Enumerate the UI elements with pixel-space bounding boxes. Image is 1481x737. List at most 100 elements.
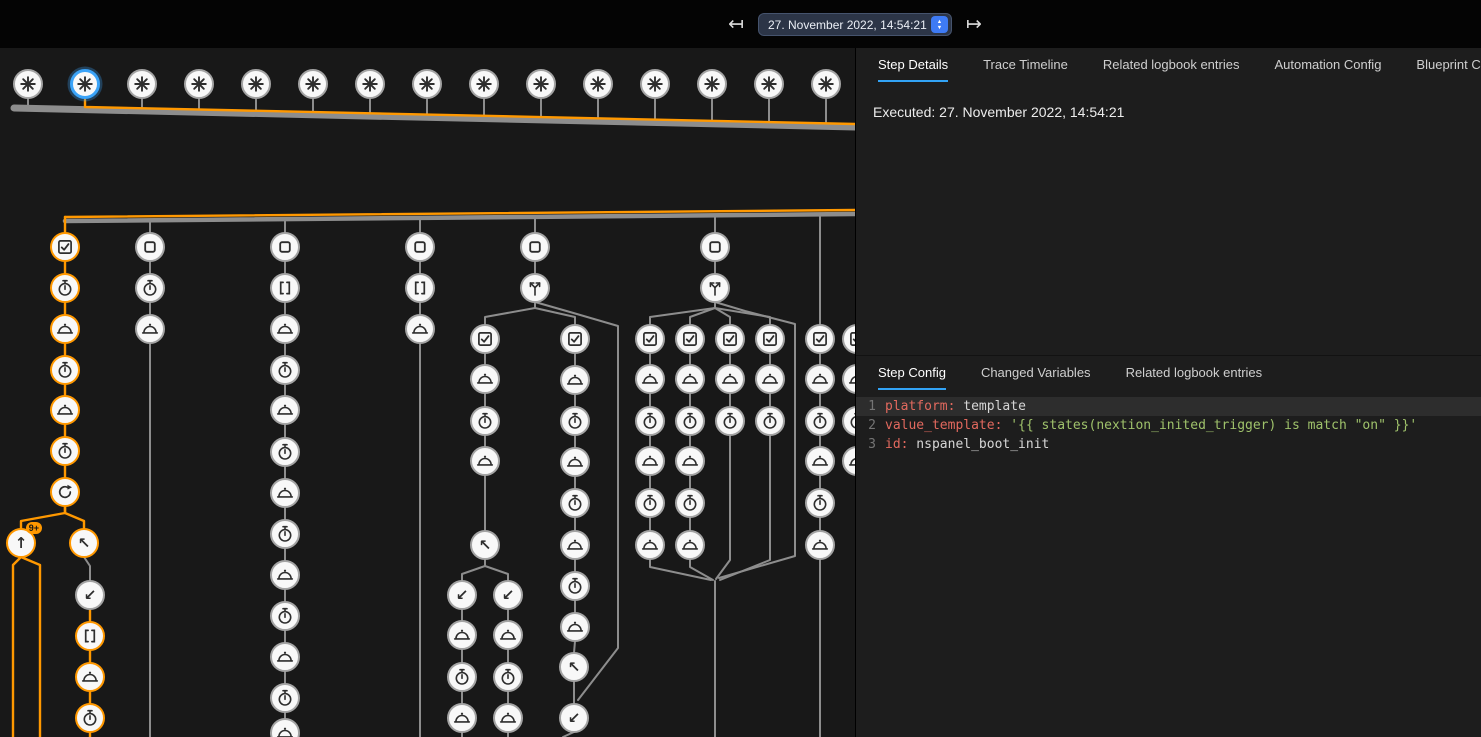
trace-node-timer[interactable] bbox=[50, 436, 80, 466]
trace-node-service[interactable] bbox=[493, 703, 523, 733]
trace-node-timer[interactable] bbox=[560, 571, 590, 601]
trace-node-checkbox[interactable] bbox=[560, 324, 590, 354]
trace-node-checkbox[interactable] bbox=[715, 324, 745, 354]
trace-node-arrow-down-left[interactable]: ↙ bbox=[559, 703, 589, 733]
next-run-arrow-icon[interactable]: ↦ bbox=[960, 10, 988, 38]
trace-node-service[interactable] bbox=[493, 620, 523, 650]
trace-node-service[interactable] bbox=[560, 447, 590, 477]
tab-config-related-logbook-entries[interactable]: Related logbook entries bbox=[1126, 365, 1263, 390]
trace-node-timer[interactable] bbox=[675, 406, 705, 436]
trace-node-service[interactable] bbox=[270, 314, 300, 344]
trace-node-service[interactable] bbox=[447, 703, 477, 733]
trace-node-repeat[interactable] bbox=[50, 477, 80, 507]
trace-node-service[interactable] bbox=[805, 446, 835, 476]
trace-node-timer[interactable] bbox=[270, 519, 300, 549]
trace-node-checkbox[interactable] bbox=[470, 324, 500, 354]
trace-node-service[interactable] bbox=[270, 395, 300, 425]
trigger-node[interactable] bbox=[184, 69, 214, 99]
trace-node-timer[interactable] bbox=[270, 355, 300, 385]
trace-node-timer[interactable] bbox=[805, 406, 835, 436]
trace-node-service[interactable] bbox=[270, 478, 300, 508]
trace-node-square[interactable] bbox=[700, 232, 730, 262]
trace-node-timer[interactable] bbox=[270, 437, 300, 467]
trace-node-arrow-up-left[interactable]: ↖ bbox=[559, 652, 589, 682]
trace-node-service[interactable] bbox=[560, 365, 590, 395]
trace-node-timer[interactable] bbox=[75, 703, 105, 733]
trace-node-checkbox[interactable] bbox=[755, 324, 785, 354]
tab-blueprint-config[interactable]: Blueprint Config bbox=[1416, 57, 1481, 82]
trace-node-arrow-up[interactable]: ↑9+ bbox=[6, 528, 36, 558]
trace-node-checkbox[interactable] bbox=[805, 324, 835, 354]
trace-node-service[interactable] bbox=[470, 446, 500, 476]
trace-node-square[interactable] bbox=[520, 232, 550, 262]
trace-node-service[interactable] bbox=[675, 364, 705, 394]
trigger-node[interactable] bbox=[754, 69, 784, 99]
trigger-node[interactable] bbox=[640, 69, 670, 99]
trace-node-square[interactable] bbox=[270, 232, 300, 262]
previous-run-arrow-icon[interactable]: ↤ bbox=[722, 10, 750, 38]
trace-node-service[interactable] bbox=[715, 364, 745, 394]
tab-changed-variables[interactable]: Changed Variables bbox=[981, 365, 1091, 390]
trigger-node[interactable] bbox=[355, 69, 385, 99]
trace-node-timer[interactable] bbox=[635, 488, 665, 518]
trace-node-service[interactable] bbox=[805, 364, 835, 394]
trace-node-arrow-down-left[interactable]: ↙ bbox=[493, 580, 523, 610]
trace-node-square[interactable] bbox=[405, 232, 435, 262]
trace-node-split[interactable] bbox=[520, 273, 550, 303]
trace-node-service[interactable] bbox=[842, 364, 855, 394]
trigger-node[interactable] bbox=[697, 69, 727, 99]
trace-node-timer[interactable] bbox=[50, 273, 80, 303]
trace-node-service[interactable] bbox=[405, 314, 435, 344]
trace-node-service[interactable] bbox=[635, 364, 665, 394]
trace-node-service[interactable] bbox=[842, 446, 855, 476]
trace-node-timer[interactable] bbox=[715, 406, 745, 436]
tab-step-config[interactable]: Step Config bbox=[878, 365, 946, 390]
trigger-node[interactable] bbox=[583, 69, 613, 99]
trigger-node[interactable] bbox=[127, 69, 157, 99]
trigger-node[interactable] bbox=[811, 69, 841, 99]
trace-node-timer[interactable] bbox=[270, 683, 300, 713]
trace-node-timer[interactable] bbox=[470, 406, 500, 436]
trigger-node[interactable] bbox=[70, 69, 100, 99]
trace-node-service[interactable] bbox=[50, 314, 80, 344]
trace-node-brackets[interactable] bbox=[405, 273, 435, 303]
trace-node-timer[interactable] bbox=[50, 355, 80, 385]
trace-node-service[interactable] bbox=[755, 364, 785, 394]
trace-node-arrow-down-left[interactable]: ↙ bbox=[75, 580, 105, 610]
trigger-node[interactable] bbox=[13, 69, 43, 99]
trace-node-service[interactable] bbox=[675, 530, 705, 560]
trace-node-service[interactable] bbox=[75, 662, 105, 692]
trace-node-service[interactable] bbox=[135, 314, 165, 344]
trace-node-arrow-up-left[interactable]: ↖ bbox=[470, 530, 500, 560]
trace-node-service[interactable] bbox=[635, 446, 665, 476]
trace-node-timer[interactable] bbox=[560, 488, 590, 518]
trace-node-checkbox[interactable] bbox=[675, 324, 705, 354]
tab-step-details[interactable]: Step Details bbox=[878, 57, 948, 82]
trace-node-checkbox[interactable] bbox=[50, 232, 80, 262]
trace-node-service[interactable] bbox=[270, 642, 300, 672]
trace-node-checkbox[interactable] bbox=[842, 324, 855, 354]
trace-node-arrow-up-left[interactable]: ↖ bbox=[69, 528, 99, 558]
trace-node-timer[interactable] bbox=[270, 601, 300, 631]
trace-node-timer[interactable] bbox=[842, 406, 855, 436]
trace-node-service[interactable] bbox=[470, 364, 500, 394]
trace-node-split[interactable] bbox=[700, 273, 730, 303]
trigger-node[interactable] bbox=[526, 69, 556, 99]
trace-node-timer[interactable] bbox=[635, 406, 665, 436]
trace-node-service[interactable] bbox=[50, 395, 80, 425]
trace-node-timer[interactable] bbox=[805, 488, 835, 518]
trigger-node[interactable] bbox=[412, 69, 442, 99]
trace-node-service[interactable] bbox=[447, 620, 477, 650]
trace-node-service[interactable] bbox=[560, 530, 590, 560]
run-selector[interactable]: 27. November 2022, 14:54:21 ▲ ▼ bbox=[758, 13, 952, 36]
tab-automation-config[interactable]: Automation Config bbox=[1274, 57, 1381, 82]
trace-node-square[interactable] bbox=[135, 232, 165, 262]
trace-node-arrow-down-left[interactable]: ↙ bbox=[447, 580, 477, 610]
tab-trace-timeline[interactable]: Trace Timeline bbox=[983, 57, 1068, 82]
trace-node-checkbox[interactable] bbox=[635, 324, 665, 354]
trace-node-timer[interactable] bbox=[493, 662, 523, 692]
trigger-node[interactable] bbox=[241, 69, 271, 99]
trace-node-timer[interactable] bbox=[560, 406, 590, 436]
trace-node-service[interactable] bbox=[635, 530, 665, 560]
trigger-node[interactable] bbox=[469, 69, 499, 99]
